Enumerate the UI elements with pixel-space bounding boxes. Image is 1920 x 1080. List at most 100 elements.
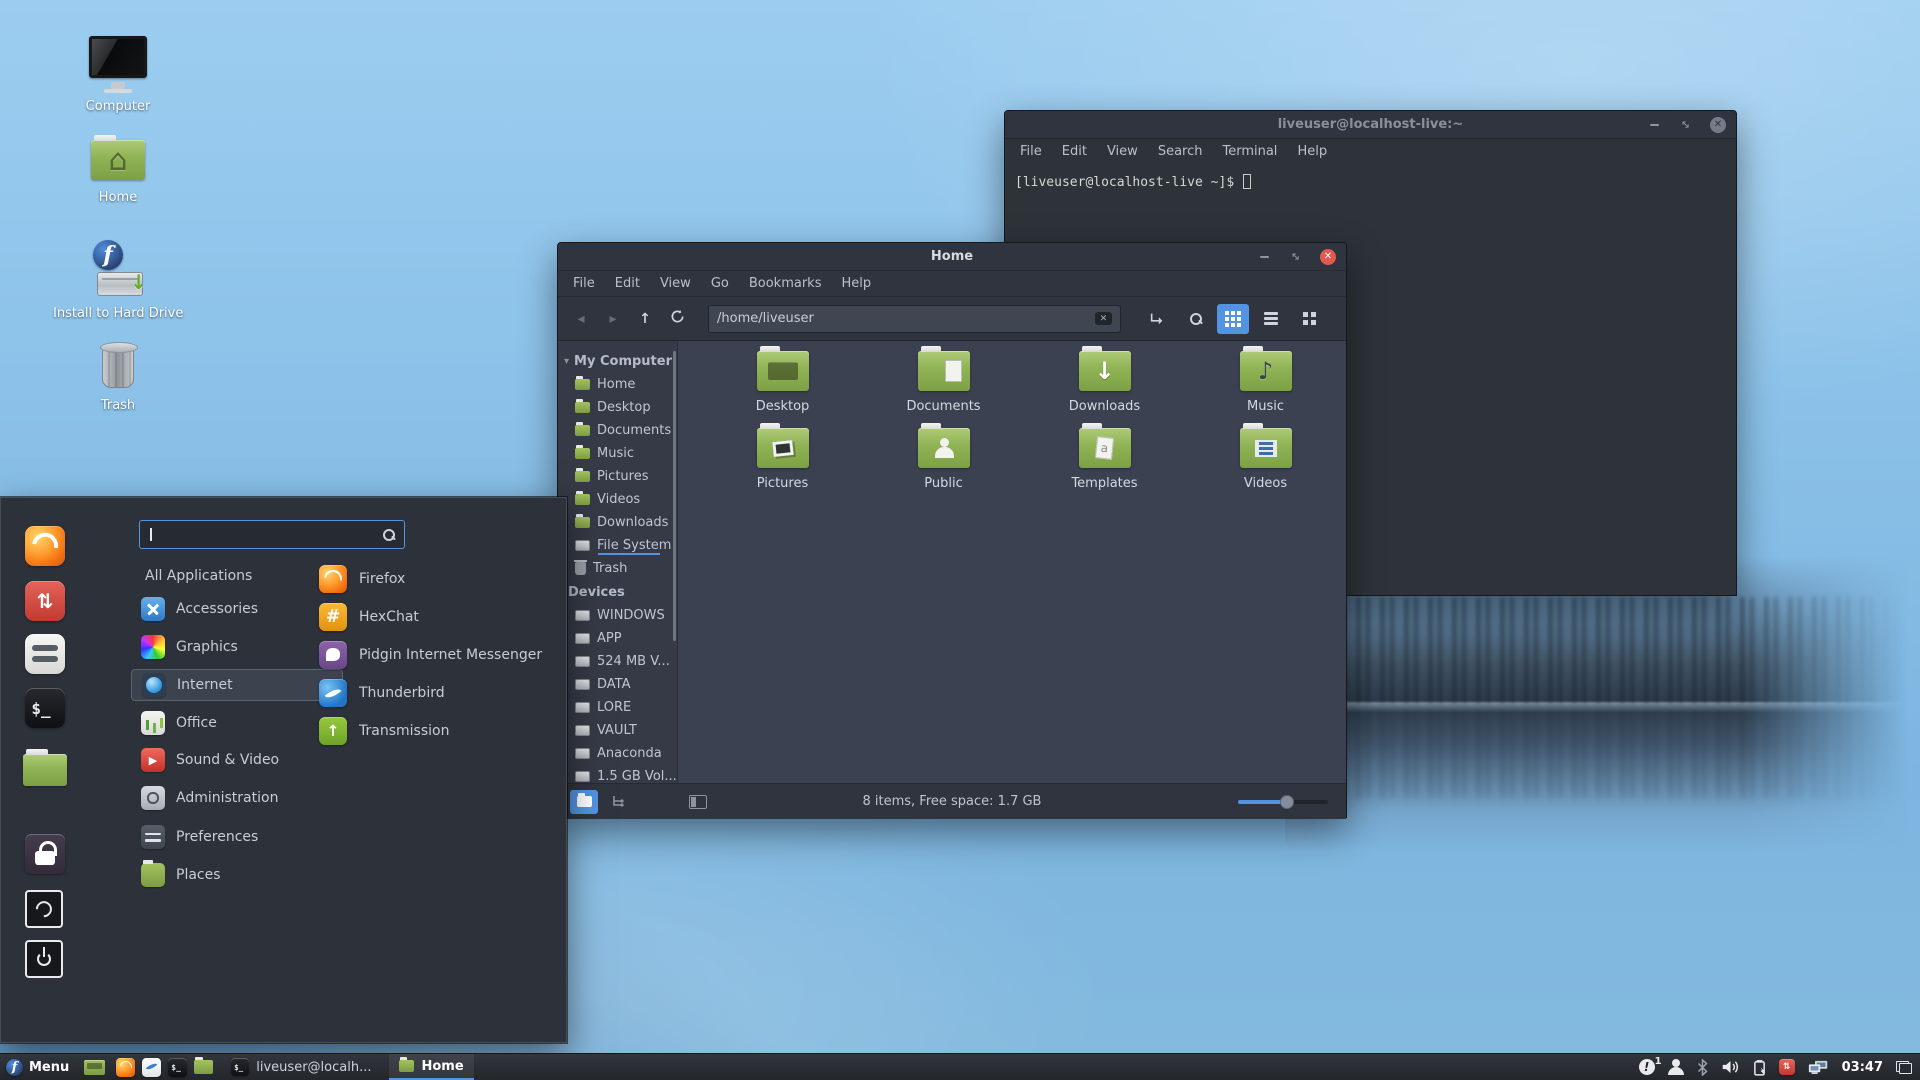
menu-view[interactable]: View	[651, 272, 700, 295]
app-item-hexchat[interactable]: # HexChat	[311, 600, 559, 634]
sidebar-scrollbar[interactable]	[673, 351, 676, 641]
sidebar-item-anaconda[interactable]: Anaconda	[558, 742, 677, 765]
menu-file[interactable]: File	[564, 272, 604, 295]
forward-icon[interactable]: ▸	[600, 311, 626, 327]
category-administration[interactable]: Administration	[131, 782, 343, 814]
close-button[interactable]: ✕	[1710, 116, 1726, 133]
menu-help[interactable]: Help	[832, 272, 880, 295]
maximize-button[interactable]: ↔	[1678, 117, 1694, 133]
folder-item-documents[interactable]: Documents	[884, 346, 1004, 414]
logout-icon[interactable]	[25, 890, 63, 928]
user-applet-icon[interactable]	[1667, 1059, 1684, 1075]
minimize-button[interactable]	[1256, 249, 1272, 265]
menu-file[interactable]: File	[1011, 140, 1051, 163]
menu-search[interactable]: Search	[1149, 140, 1212, 163]
bluetooth-icon[interactable]	[1697, 1058, 1708, 1076]
menu-go[interactable]: Go	[702, 272, 738, 295]
app-item-transmission[interactable]: ↑ Transmission	[311, 714, 559, 748]
sidebar-item-trash[interactable]: Trash	[558, 557, 677, 580]
sidebar-item-vault[interactable]: VAULT	[558, 719, 677, 742]
category-places[interactable]: Places	[131, 859, 343, 891]
sidebar-item-home[interactable]: Home	[558, 373, 677, 396]
taskbar-window-home[interactable]: Home	[389, 1054, 474, 1080]
sidebar-item-file-system[interactable]: File System	[558, 534, 677, 557]
sidebar-item-lore[interactable]: LORE	[558, 696, 677, 719]
app-item-firefox[interactable]: Firefox	[311, 562, 559, 596]
desktop-icon-home[interactable]: ⌂ Home	[53, 135, 183, 205]
favorite-terminal-icon[interactable]: $_	[25, 688, 65, 728]
menu-help[interactable]: Help	[1288, 140, 1336, 163]
terminal-titlebar[interactable]: liveuser@localhost-live:~ ↔ ✕	[1005, 111, 1736, 139]
sidebar-item-app[interactable]: APP	[558, 627, 677, 650]
app-item-pidgin[interactable]: Pidgin Internet Messenger	[311, 638, 559, 672]
sidebar-header-my-computer[interactable]: ▾ My Computer	[558, 349, 677, 373]
favorite-files-icon[interactable]	[23, 749, 67, 790]
category-preferences[interactable]: Preferences	[131, 821, 343, 853]
icon-view-button[interactable]	[1217, 303, 1249, 334]
firefox-launcher-icon[interactable]	[116, 1057, 136, 1077]
clock[interactable]: 03:47	[1842, 1060, 1883, 1075]
path-input[interactable]	[717, 311, 1095, 326]
file-manager-window[interactable]: Home ↔ ✕ File Edit View Go Bookmarks Hel…	[557, 242, 1347, 819]
app-item-thunderbird[interactable]: Thunderbird	[311, 676, 559, 710]
up-icon[interactable]: ↑	[632, 311, 658, 327]
battery-icon[interactable]	[1753, 1059, 1766, 1076]
folder-item-desktop[interactable]: Desktop	[723, 346, 843, 414]
sidebar-item-desktop[interactable]: Desktop	[558, 396, 677, 419]
favorite-firefox-icon[interactable]	[25, 526, 65, 566]
clear-path-icon[interactable]: ✕	[1095, 312, 1112, 325]
close-button[interactable]: ✕	[1320, 248, 1336, 265]
list-view-button[interactable]	[1255, 304, 1287, 334]
menu-view[interactable]: View	[1098, 140, 1147, 163]
network-icon[interactable]	[1808, 1059, 1829, 1075]
favorite-software-updater-icon[interactable]: ⇅	[25, 581, 65, 621]
terminal-launcher-icon[interactable]: $_	[168, 1057, 188, 1077]
toggle-location-entry-icon[interactable]	[1141, 304, 1173, 334]
sidebar-item-documents[interactable]: Documents	[558, 419, 677, 442]
sidebar-item-data[interactable]: DATA	[558, 673, 677, 696]
desktop-icon-install[interactable]: f ↓ Install to Hard Drive	[53, 240, 183, 321]
menu-edit[interactable]: Edit	[606, 272, 649, 295]
files-launcher-icon[interactable]	[194, 1057, 214, 1074]
folder-item-downloads[interactable]: ↓ Downloads	[1045, 346, 1165, 414]
location-bar[interactable]: ✕	[708, 304, 1121, 333]
folder-item-templates[interactable]: a Templates	[1045, 423, 1165, 491]
show-desktop-button[interactable]	[84, 1059, 106, 1075]
folder-item-videos[interactable]: Videos	[1206, 423, 1326, 491]
zoom-slider-knob[interactable]	[1280, 794, 1294, 809]
zoom-slider[interactable]	[1238, 794, 1328, 809]
menu-edit[interactable]: Edit	[1053, 140, 1096, 163]
favorite-system-settings-icon[interactable]	[25, 634, 65, 674]
maximize-button[interactable]: ↔	[1288, 249, 1304, 265]
folder-item-music[interactable]: ♪ Music	[1206, 346, 1326, 414]
desktop-icon-trash[interactable]: Trash	[53, 340, 183, 413]
volume-icon[interactable]	[1721, 1059, 1740, 1075]
minimize-button[interactable]	[1646, 117, 1662, 133]
lock-screen-icon[interactable]	[25, 834, 65, 874]
category-sound-video[interactable]: Sound & Video	[131, 744, 343, 776]
terminal-output[interactable]: [liveuser@localhost-live ~]$	[1005, 164, 1736, 200]
sidebar-item-524mb-volume[interactable]: 524 MB V...	[558, 650, 677, 673]
refresh-icon[interactable]	[664, 309, 690, 328]
window-switcher-icon[interactable]	[1896, 1060, 1912, 1074]
back-icon[interactable]: ◂	[568, 311, 594, 327]
menu-search-box[interactable]	[139, 520, 405, 549]
file-icon-view[interactable]: Desktop Documents ↓ Downloads ♪ Music Pi…	[678, 341, 1346, 783]
sidebar-item-pictures[interactable]: Pictures	[558, 465, 677, 488]
compact-view-button[interactable]	[1293, 304, 1325, 334]
sidebar-item-music[interactable]: Music	[558, 442, 677, 465]
text-editor-launcher-icon[interactable]	[142, 1057, 162, 1077]
notifications-icon[interactable]: ! 1	[1638, 1056, 1662, 1075]
taskbar-window-terminal[interactable]: $_ liveuser@localh...	[221, 1054, 381, 1080]
sidebar-item-15gb-volume[interactable]: 1.5 GB Vol...	[558, 765, 677, 783]
updates-available-icon[interactable]: ⇅	[1778, 1059, 1795, 1075]
search-icon[interactable]	[1179, 304, 1211, 334]
menu-bookmarks[interactable]: Bookmarks	[740, 272, 831, 295]
folder-item-public[interactable]: Public	[884, 423, 1004, 491]
folder-item-pictures[interactable]: Pictures	[723, 423, 843, 491]
menu-button[interactable]: f Menu	[0, 1054, 79, 1080]
sidebar-item-videos[interactable]: Videos	[558, 488, 677, 511]
file-manager-titlebar[interactable]: Home ↔ ✕	[558, 243, 1346, 271]
shutdown-icon[interactable]	[25, 940, 63, 978]
sidebar-item-downloads[interactable]: Downloads	[558, 511, 677, 534]
